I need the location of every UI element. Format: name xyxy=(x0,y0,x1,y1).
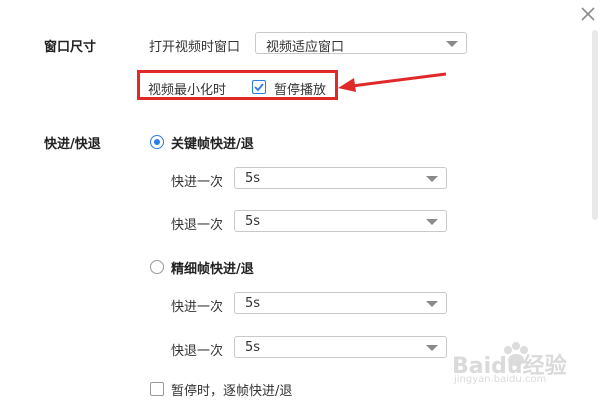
keyframe-forward-value: 5s xyxy=(245,171,261,186)
fineframe-back-label: 快退一次 xyxy=(171,344,224,359)
watermark-logo: Baidu经验 jingyan.baidu.com xyxy=(448,340,588,385)
radio-fineframe-label: 精细帧快进/退 xyxy=(171,262,254,277)
fineframe-forward-label: 快进一次 xyxy=(171,300,224,315)
keyframe-forward-label: 快进一次 xyxy=(171,175,224,190)
open-window-label: 打开视频时窗口 xyxy=(149,40,241,55)
radio-keyframe[interactable] xyxy=(150,135,164,149)
keyframe-forward-select[interactable]: 5s xyxy=(234,167,447,189)
paused-frame-label: 暂停时，逐帧快进/退 xyxy=(171,384,293,399)
annotation-highlight-box xyxy=(137,70,338,100)
chevron-down-icon xyxy=(426,219,438,225)
annotation-arrow-icon xyxy=(338,72,447,92)
open-window-select[interactable]: 视频适应窗口 xyxy=(255,32,467,55)
keyframe-back-value: 5s xyxy=(245,214,261,229)
watermark-url: jingyan.baidu.com xyxy=(454,374,547,385)
fineframe-forward-select[interactable]: 5s xyxy=(234,292,447,314)
fineframe-forward-value: 5s xyxy=(245,296,261,311)
scrollbar[interactable] xyxy=(592,30,598,220)
radio-fineframe[interactable] xyxy=(150,260,164,274)
chevron-down-icon xyxy=(426,345,438,351)
chevron-down-icon xyxy=(446,41,458,47)
paused-frame-checkbox[interactable] xyxy=(150,382,164,396)
chevron-down-icon xyxy=(426,176,438,182)
keyframe-back-label: 快退一次 xyxy=(171,218,224,233)
fineframe-back-select[interactable]: 5s xyxy=(234,336,447,358)
section-title-window-size: 窗口尺寸 xyxy=(44,40,97,55)
fineframe-back-value: 5s xyxy=(245,340,261,355)
radio-keyframe-label: 关键帧快进/退 xyxy=(171,137,254,152)
section-title-seek: 快进/快退 xyxy=(44,137,101,152)
open-window-select-value: 视频适应窗口 xyxy=(266,40,345,55)
chevron-down-icon xyxy=(426,301,438,307)
radio-dot xyxy=(154,139,160,145)
keyframe-back-select[interactable]: 5s xyxy=(234,210,447,232)
close-icon[interactable] xyxy=(578,4,598,24)
